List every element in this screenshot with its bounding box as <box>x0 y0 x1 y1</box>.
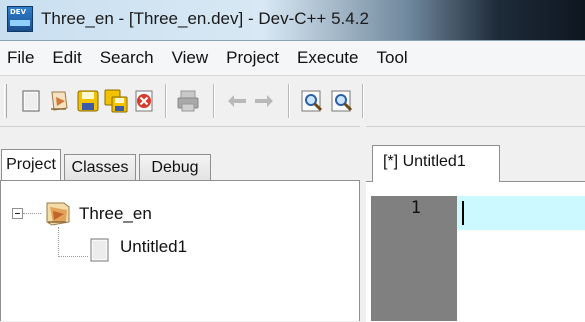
project-icon <box>44 201 72 227</box>
tab-debug[interactable]: Debug <box>139 154 211 181</box>
replace-icon[interactable] <box>330 89 354 113</box>
menu-bar: File Edit Search View Project Execute To… <box>0 41 585 76</box>
menu-search[interactable]: Search <box>91 48 163 68</box>
toolbar-separator <box>362 84 364 118</box>
menu-file[interactable]: File <box>0 48 43 68</box>
editor-tab-untitled1[interactable]: [*] Untitled1 <box>372 145 500 182</box>
save-icon[interactable] <box>76 89 100 113</box>
menu-view[interactable]: View <box>163 48 218 68</box>
menu-tools[interactable]: Tool <box>367 48 416 68</box>
title-bar: DEV Three_en - [Three_en.dev] - Dev-C++ … <box>0 0 585 41</box>
menu-edit[interactable]: Edit <box>43 48 90 68</box>
new-file-icon[interactable] <box>19 89 43 113</box>
redo-icon[interactable] <box>252 89 276 113</box>
toolbar-grip[interactable] <box>4 84 7 118</box>
tree-connector <box>58 227 59 257</box>
tree-file-label[interactable]: Untitled1 <box>120 237 187 257</box>
window-title: Three_en - [Three_en.dev] - Dev-C++ 5.4.… <box>41 9 369 28</box>
menu-project[interactable]: Project <box>217 48 288 68</box>
toolbar <box>0 76 585 127</box>
tree-connector <box>58 256 88 257</box>
menu-execute[interactable]: Execute <box>288 48 367 68</box>
tab-project[interactable]: Project <box>1 149 61 180</box>
tab-classes[interactable]: Classes <box>64 154 136 181</box>
tree-collapse-toggle[interactable] <box>12 208 23 219</box>
current-line-highlight <box>457 196 585 230</box>
save-all-icon[interactable] <box>104 89 128 113</box>
devcpp-app-icon[interactable]: DEV <box>7 6 33 32</box>
find-icon[interactable] <box>300 89 324 113</box>
line-number: 1 <box>410 198 421 218</box>
close-file-icon[interactable] <box>132 89 156 113</box>
app-icon-text: DEV <box>10 8 27 16</box>
source-file-icon <box>90 238 110 262</box>
tree-connector <box>23 213 41 214</box>
app-icon-bar <box>10 20 30 26</box>
toolbar-separator <box>165 84 167 118</box>
toolbar-separator <box>288 84 290 118</box>
text-caret <box>462 201 464 225</box>
open-project-icon[interactable] <box>47 89 71 113</box>
tree-project-label[interactable]: Three_en <box>79 204 152 224</box>
print-icon[interactable] <box>176 89 200 113</box>
toolbar-separator <box>213 84 215 118</box>
undo-icon[interactable] <box>225 89 249 113</box>
